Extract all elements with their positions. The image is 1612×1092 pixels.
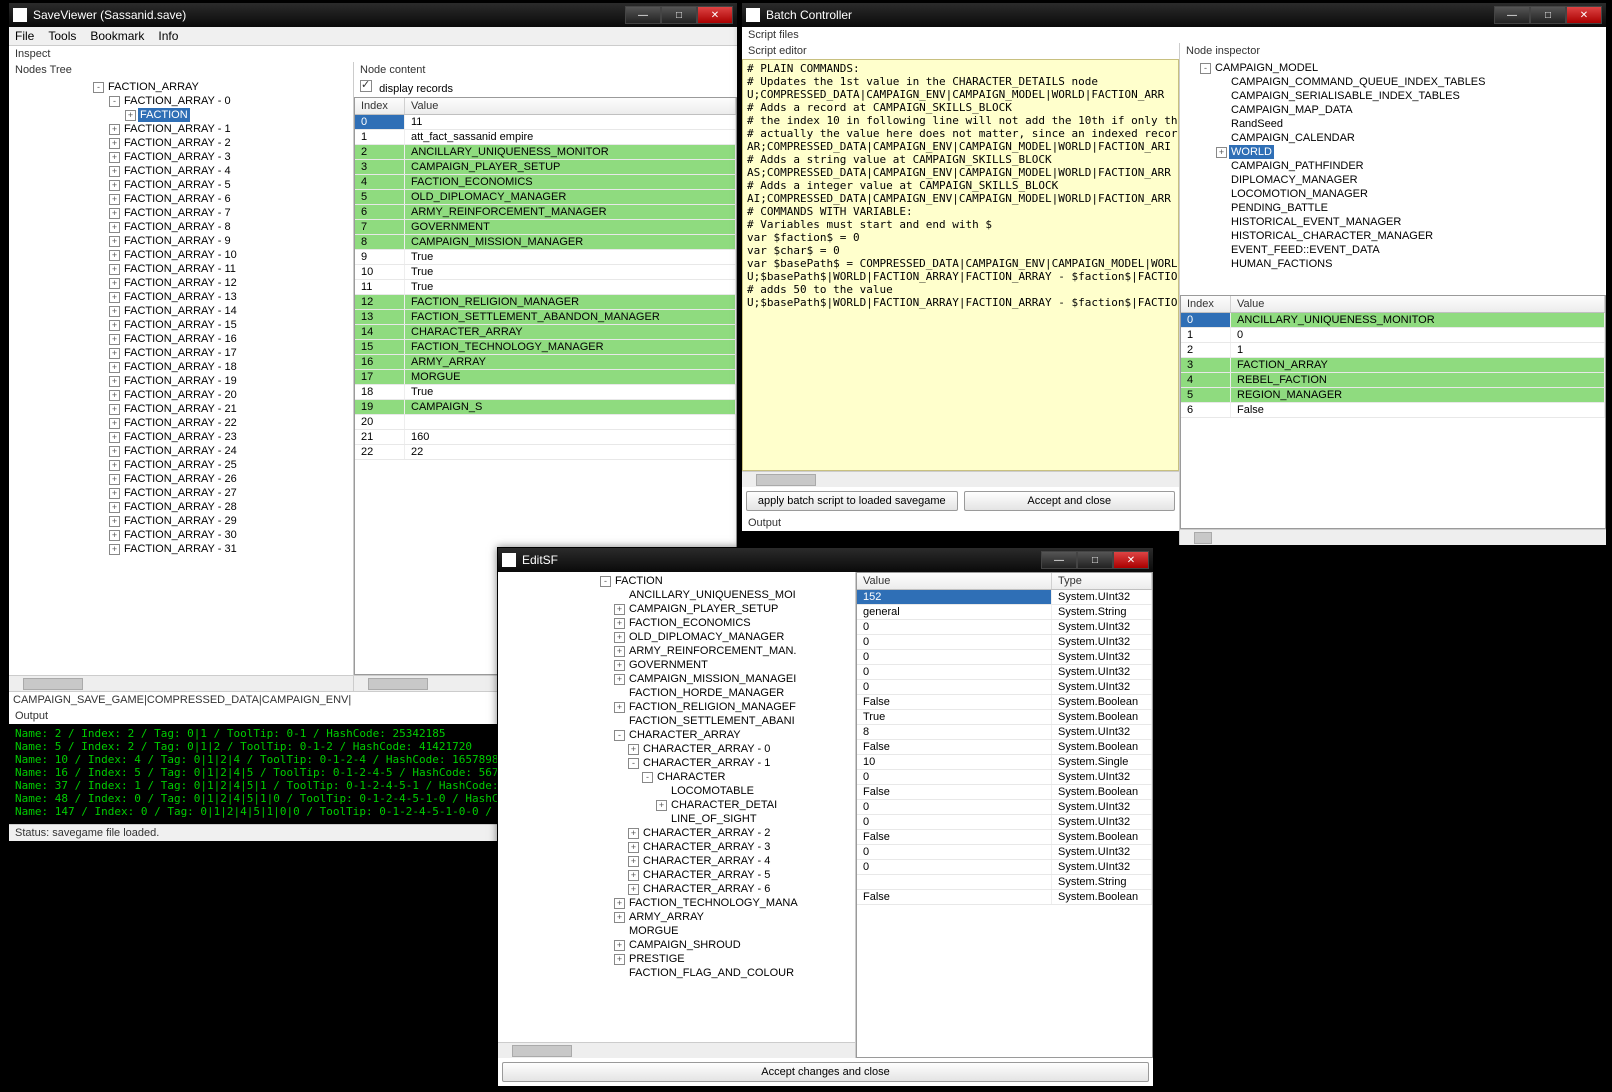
menu-tools[interactable]: Tools: [48, 29, 76, 43]
script-editor[interactable]: # PLAIN COMMANDS:# Updates the 1st value…: [742, 59, 1179, 471]
close-button[interactable]: ✕: [1113, 551, 1149, 569]
batch-titlebar[interactable]: Batch Controller — □ ✕: [742, 3, 1606, 27]
tree-hscroll[interactable]: [9, 675, 353, 691]
menu-info[interactable]: Info: [158, 29, 178, 43]
minimize-button[interactable]: —: [1494, 6, 1530, 24]
apply-batch-button[interactable]: apply batch script to loaded savegame: [746, 491, 958, 511]
node-inspector-label: Node inspector: [1180, 43, 1606, 59]
batch-output[interactable]: [742, 531, 1179, 545]
saveviewer-menubar: File Tools Bookmark Info: [9, 27, 737, 46]
app-icon: [746, 8, 760, 22]
editsf-grid[interactable]: ValueType152System.UInt32generalSystem.S…: [856, 572, 1153, 1058]
batch-window: Batch Controller — □ ✕ Script files Scri…: [741, 2, 1607, 546]
batch-title: Batch Controller: [766, 8, 1494, 22]
display-records-row: display records: [354, 78, 737, 97]
editsf-window: EditSF — □ ✕ -FACTIONANCILLARY_UNIQUENES…: [497, 547, 1154, 1087]
app-icon: [13, 8, 27, 22]
accept-close-button[interactable]: Accept and close: [964, 491, 1176, 511]
display-records-checkbox[interactable]: [360, 80, 372, 92]
display-records-label: display records: [379, 83, 453, 95]
editsf-titlebar[interactable]: EditSF — □ ✕: [498, 548, 1153, 572]
editsf-tree-hscroll[interactable]: [498, 1042, 855, 1058]
script-hscroll[interactable]: [742, 471, 1179, 487]
minimize-button[interactable]: —: [1041, 551, 1077, 569]
saveviewer-title: SaveViewer (Sassanid.save): [33, 8, 625, 22]
maximize-button[interactable]: □: [1530, 6, 1566, 24]
batch-output-label: Output: [742, 515, 1179, 531]
maximize-button[interactable]: □: [1077, 551, 1113, 569]
close-button[interactable]: ✕: [1566, 6, 1602, 24]
script-editor-label: Script editor: [742, 43, 1179, 59]
app-icon: [502, 553, 516, 567]
maximize-button[interactable]: □: [661, 6, 697, 24]
editsf-tree[interactable]: -FACTIONANCILLARY_UNIQUENESS_MOI+CAMPAIG…: [498, 572, 855, 1042]
inspect-label: Inspect: [9, 46, 737, 62]
batch-inspector-tree[interactable]: -CAMPAIGN_MODELCAMPAIGN_COMMAND_QUEUE_IN…: [1180, 59, 1606, 295]
saveviewer-titlebar[interactable]: SaveViewer (Sassanid.save) — □ ✕: [9, 3, 737, 27]
nodes-tree-label: Nodes Tree: [9, 62, 353, 78]
accept-changes-button[interactable]: Accept changes and close: [502, 1062, 1149, 1082]
menu-file[interactable]: File: [15, 29, 34, 43]
saveviewer-tree[interactable]: -FACTION_ARRAY-FACTION_ARRAY - 0+FACTION…: [9, 78, 353, 675]
inspector-hscroll[interactable]: [1180, 529, 1606, 545]
node-content-label: Node content: [354, 62, 737, 78]
menu-bookmark[interactable]: Bookmark: [90, 29, 144, 43]
batch-inspector-grid[interactable]: IndexValue0ANCILLARY_UNIQUENESS_MONITOR1…: [1180, 295, 1606, 529]
minimize-button[interactable]: —: [625, 6, 661, 24]
close-button[interactable]: ✕: [697, 6, 733, 24]
editsf-title: EditSF: [522, 553, 1041, 567]
script-files-label: Script files: [742, 27, 1606, 43]
